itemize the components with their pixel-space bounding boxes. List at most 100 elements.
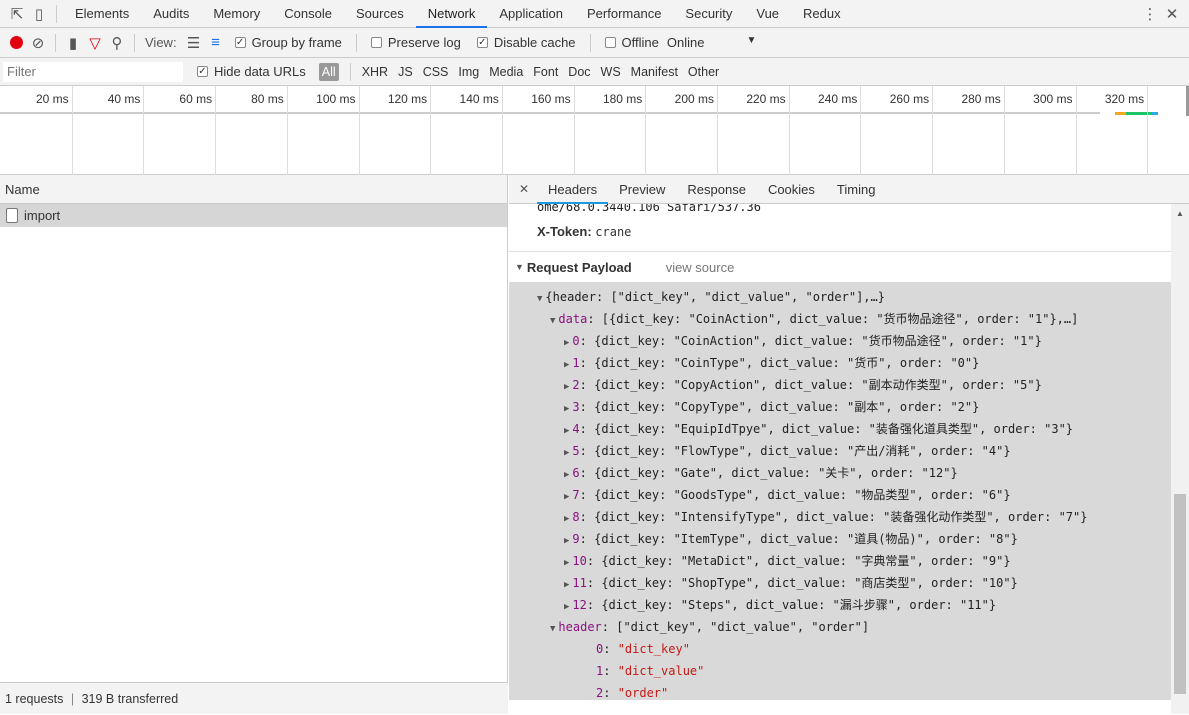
expand-triangle-icon: ▶ (564, 448, 570, 458)
filter-type-manifest[interactable]: Manifest (631, 65, 678, 79)
item-index: 8 (572, 510, 580, 524)
tab-network[interactable]: Network (415, 0, 488, 28)
tab-audits[interactable]: Audits (141, 0, 201, 28)
filter-type-xhr[interactable]: XHR (362, 65, 388, 79)
filter-type-ws[interactable]: WS (601, 65, 621, 79)
timeline-tick: 20 ms (36, 86, 73, 175)
throttling-select[interactable]: Online ▼ (667, 35, 756, 50)
header-item[interactable]: 2: "order" (596, 682, 668, 704)
device-toolbar-icon[interactable]: ▯ (28, 3, 50, 25)
tab-vue[interactable]: Vue (744, 0, 791, 28)
group-by-frame-checkbox[interactable]: ✓ Group by frame (234, 35, 342, 50)
inspect-element-icon[interactable]: ⇱ (6, 3, 28, 25)
payload-root[interactable]: ▼ {header: ["dict_key", "dict_value", "or… (537, 286, 885, 308)
disable-cache-checkbox[interactable]: ✓ Disable cache (476, 35, 576, 50)
filter-type-media[interactable]: Media (489, 65, 523, 79)
data-item[interactable]: ▶ 7: {dict_key: "GoodsType", dict_value: … (564, 484, 1011, 506)
filter-type-font[interactable]: Font (533, 65, 558, 79)
header-node[interactable]: ▼ header: ["dict_key", "dict_value", "ord… (550, 616, 869, 638)
close-icon[interactable]: ✕ (1161, 3, 1183, 25)
expand-triangle-icon: ▶ (564, 558, 570, 568)
divider (134, 33, 135, 52)
header-item[interactable]: 0: "dict_key" (596, 638, 690, 660)
item-index: 9 (572, 532, 580, 546)
request-row[interactable]: import (0, 204, 507, 227)
filter-type-img[interactable]: Img (458, 65, 479, 79)
request-list: Name import 1 requests | 319 B transferr… (0, 175, 508, 714)
item-colon: : (579, 334, 595, 348)
timeline-tick: 80 ms (251, 86, 288, 175)
tab-sources[interactable]: Sources (344, 0, 416, 28)
scrollbar-thumb[interactable] (1174, 494, 1186, 694)
tab-security[interactable]: Security (673, 0, 744, 28)
filter-icon[interactable]: ▽ (84, 32, 106, 54)
overview-waterfall-icon[interactable]: ≡ (205, 32, 227, 54)
header-summary: : ["dict_key", "dict_value", "order"] (601, 620, 870, 634)
more-options-icon[interactable]: ⋮ (1139, 3, 1161, 25)
item-summary: {dict_key: "EquipIdTpye", dict_value: "装… (594, 422, 1074, 436)
data-item[interactable]: ▶ 0: {dict_key: "CoinAction", dict_value:… (564, 330, 1042, 352)
tab-console[interactable]: Console (272, 0, 344, 28)
tab-performance[interactable]: Performance (575, 0, 673, 28)
data-item[interactable]: ▶ 6: {dict_key: "Gate", dict_value: "关卡",… (564, 462, 958, 484)
details-tab-cookies[interactable]: Cookies (757, 175, 826, 204)
item-index: 3 (572, 400, 580, 414)
data-item[interactable]: ▶ 3: {dict_key: "CopyType", dict_value: "… (564, 396, 979, 418)
header-item[interactable]: 1: "dict_value" (596, 660, 704, 682)
user-agent-value: ome/68.0.3440.106 Safari/537.36 (537, 204, 761, 214)
filter-type-all[interactable]: All (318, 62, 339, 81)
clear-button[interactable]: ⊘ (27, 32, 49, 54)
timeline-tick-label: 80 ms (251, 92, 284, 106)
preserve-log-checkbox[interactable]: Preserve log (370, 35, 461, 50)
data-item[interactable]: ▶ 1: {dict_key: "CoinType", dict_value: "… (564, 352, 979, 374)
record-button[interactable] (5, 32, 27, 54)
timeline-tick-label: 260 ms (889, 92, 930, 106)
details-tab-preview[interactable]: Preview (608, 175, 676, 204)
data-item[interactable]: ▶ 11: {dict_key: "ShopType", dict_value: … (564, 572, 1018, 594)
filter-input[interactable] (3, 61, 183, 82)
scrollbar[interactable]: ▲ (1171, 204, 1189, 714)
close-details-icon[interactable]: ✕ (513, 178, 535, 200)
capture-screenshots-icon[interactable]: ▮ (62, 32, 84, 54)
timeline-tick-label: 140 ms (459, 92, 499, 106)
hide-data-urls-checkbox[interactable]: ✓ Hide data URLs (197, 64, 306, 79)
filter-bar: ✓Hide data URLs All XHR JS CSS Img Media Font D… (0, 58, 1189, 86)
timeline-tick: 100 ms (316, 86, 360, 175)
filter-type-doc[interactable]: Doc (568, 65, 590, 79)
data-item[interactable]: ▶ 4: {dict_key: "EquipIdTpye", dict_value… (564, 418, 1073, 440)
tab-application[interactable]: Application (487, 0, 575, 28)
data-item[interactable]: ▶ 5: {dict_key: "FlowType", dict_value: "… (564, 440, 1011, 462)
data-item[interactable]: ▶ 12: {dict_key: "Steps", dict_value: "漏斗… (564, 594, 996, 616)
offline-checkbox[interactable]: Offline (604, 35, 659, 50)
data-item[interactable]: ▶ 10: {dict_key: "MetaDict", dict_value: … (564, 550, 1011, 572)
timeline-overview[interactable]: 20 ms 40 ms 60 ms 80 ms 100 ms 120 ms 140 ms 16… (0, 86, 1189, 175)
tab-redux[interactable]: Redux (791, 0, 853, 28)
divider (55, 33, 56, 52)
item-colon: : (603, 642, 618, 656)
data-item[interactable]: ▶ 9: {dict_key: "ItemType", dict_value: "… (564, 528, 1018, 550)
large-rows-icon[interactable]: ☰ (183, 32, 205, 54)
data-node[interactable]: ▼ data: [{dict_key: "CoinAction", dict_va… (550, 308, 1078, 330)
view-source-link[interactable]: view source (666, 260, 735, 275)
scroll-up-icon[interactable]: ▲ (1176, 209, 1184, 218)
filter-type-css[interactable]: CSS (423, 65, 449, 79)
details-tab-timing[interactable]: Timing (826, 175, 887, 204)
timeline-tick-label: 160 ms (531, 92, 571, 106)
details-tab-response[interactable]: Response (676, 175, 757, 204)
item-summary: {dict_key: "ItemType", dict_value: "道具(物… (594, 532, 1018, 546)
item-index: 0 (572, 334, 580, 348)
request-payload-section[interactable]: ▼ Request Payload view source (509, 251, 1171, 282)
filter-type-other[interactable]: Other (688, 65, 719, 79)
chevron-down-icon: ▼ (746, 35, 757, 46)
data-item[interactable]: ▶ 2: {dict_key: "CopyAction", dict_value:… (564, 374, 1042, 396)
search-icon[interactable]: ⚲ (106, 32, 128, 54)
tab-elements[interactable]: Elements (63, 0, 141, 28)
name-column-header[interactable]: Name (0, 175, 507, 204)
item-summary: {dict_key: "Gate", dict_value: "关卡", ord… (594, 466, 958, 480)
tab-memory[interactable]: Memory (201, 0, 272, 28)
filter-type-js[interactable]: JS (398, 65, 413, 79)
expand-triangle-icon: ▶ (564, 382, 570, 392)
data-item[interactable]: ▶ 8: {dict_key: "IntensifyType", dict_val… (564, 506, 1087, 528)
item-colon: : (586, 576, 602, 590)
details-tab-headers[interactable]: Headers (537, 175, 609, 204)
